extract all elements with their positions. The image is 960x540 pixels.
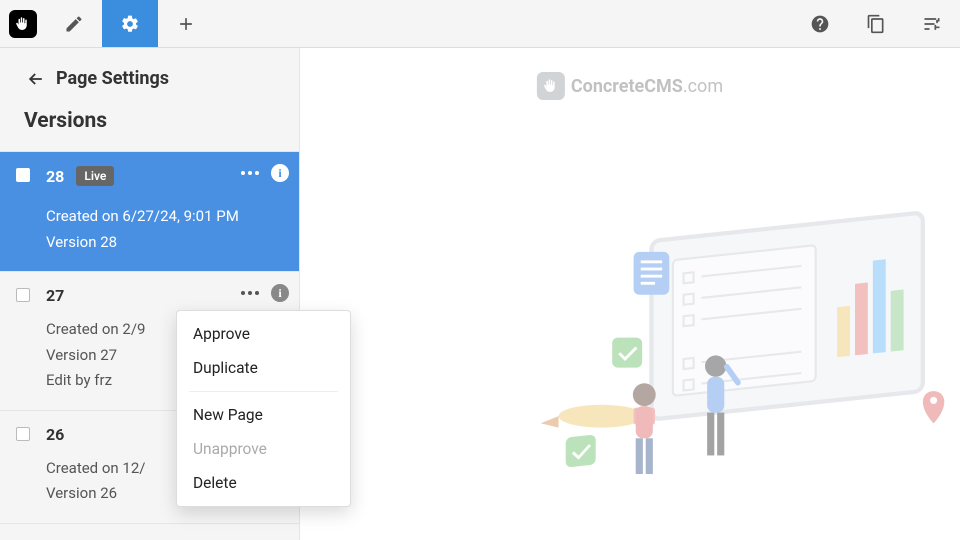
brand-text: ConcreteCMS.com <box>571 76 723 97</box>
version-menu-button[interactable] <box>237 287 263 299</box>
site-brand: ConcreteCMS.com <box>537 72 723 100</box>
pencil-icon <box>64 14 84 34</box>
toolbar-left-group <box>0 0 214 47</box>
version-actions: i <box>237 164 289 182</box>
hero-illustration <box>480 148 960 540</box>
version-name: Version 28 <box>46 230 253 256</box>
version-header: 28 Live <box>46 166 253 186</box>
top-toolbar <box>0 0 960 48</box>
menu-new-page[interactable]: New Page <box>177 398 350 432</box>
versions-heading: Versions <box>0 101 299 151</box>
version-created: Created on 6/27/24, 9:01 PM <box>46 204 253 230</box>
menu-separator <box>189 391 338 392</box>
gear-icon <box>120 14 140 34</box>
version-checkbox[interactable] <box>16 168 30 182</box>
version-header: 27 <box>46 286 253 305</box>
arrow-left-icon <box>24 69 48 89</box>
version-info-button[interactable]: i <box>271 164 289 182</box>
page-settings-button[interactable] <box>102 0 158 47</box>
version-number: 27 <box>46 286 64 305</box>
back-label: Page Settings <box>56 68 169 89</box>
menu-unapprove: Unapprove <box>177 432 350 466</box>
help-button[interactable] <box>792 0 848 47</box>
page-copy-button[interactable] <box>848 0 904 47</box>
hand-logo-icon <box>9 10 37 38</box>
settings-sliders-button[interactable] <box>904 0 960 47</box>
version-context-menu: Approve Duplicate New Page Unapprove Del… <box>176 310 351 507</box>
app-logo-button[interactable] <box>0 0 46 47</box>
plus-icon <box>176 14 196 34</box>
back-to-page-settings[interactable]: Page Settings <box>0 48 299 101</box>
version-checkbox[interactable] <box>16 288 30 302</box>
version-actions: i <box>237 284 289 302</box>
menu-delete[interactable]: Delete <box>177 466 350 500</box>
sliders-icon <box>922 14 942 34</box>
help-icon <box>810 14 830 34</box>
copy-icon <box>866 14 886 34</box>
version-menu-button[interactable] <box>237 167 263 179</box>
version-info-button[interactable]: i <box>271 284 289 302</box>
version-meta: Created on 6/27/24, 9:01 PM Version 28 <box>46 204 253 255</box>
version-card-28[interactable]: 28 Live i Created on 6/27/24, 9:01 PM Ve… <box>0 152 299 272</box>
add-content-button[interactable] <box>158 0 214 47</box>
toolbar-right-group <box>792 0 960 47</box>
version-number: 26 <box>46 425 64 444</box>
version-number: 28 <box>46 167 64 186</box>
hand-logo-icon <box>537 72 565 100</box>
edit-mode-button[interactable] <box>46 0 102 47</box>
page-preview: ConcreteCMS.com <box>300 48 960 540</box>
menu-approve[interactable]: Approve <box>177 317 350 351</box>
version-checkbox[interactable] <box>16 427 30 441</box>
live-badge: Live <box>76 166 114 186</box>
menu-duplicate[interactable]: Duplicate <box>177 351 350 385</box>
